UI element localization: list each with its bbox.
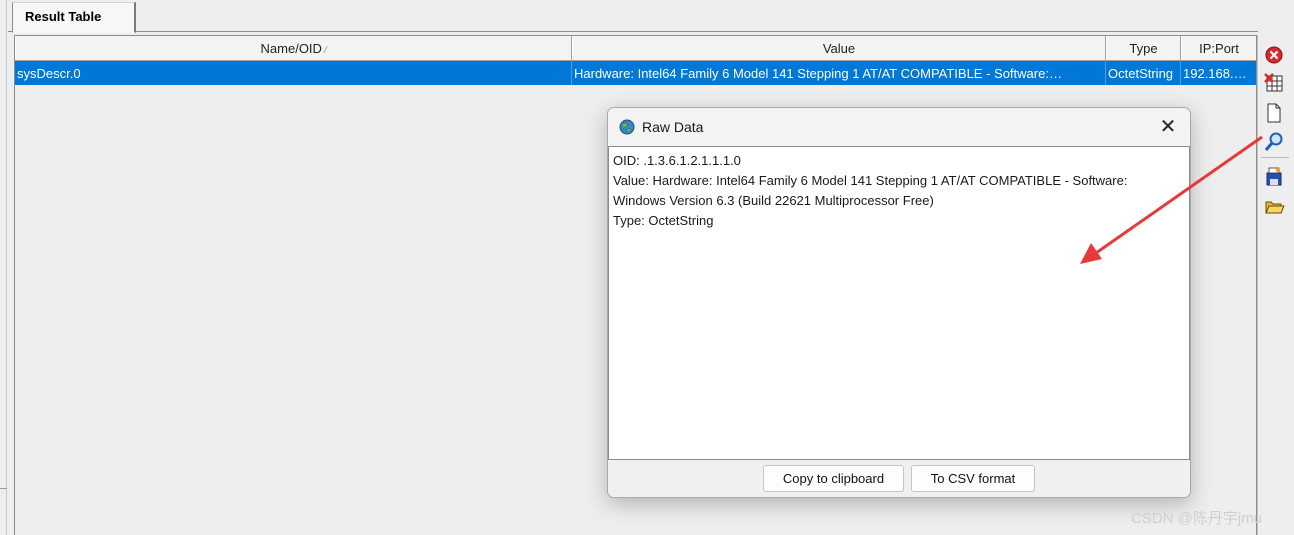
left-divider-tick	[0, 488, 7, 489]
raw-data-line: Windows Version 6.3 (Build 22621 Multipr…	[613, 193, 934, 208]
toolbar-separator	[1261, 157, 1289, 158]
raw-data-line: OID: .1.3.6.1.2.1.1.1.0	[613, 153, 741, 168]
cell-name[interactable]: sysDescr.0	[15, 61, 572, 85]
cell-value[interactable]: Hardware: Intel64 Family 6 Model 141 Ste…	[572, 61, 1106, 85]
dialog-button-bar: Copy to clipboard To CSV format	[608, 460, 1190, 497]
open-folder-icon[interactable]	[1263, 195, 1285, 217]
save-icon[interactable]	[1263, 166, 1285, 188]
raw-data-line: Value: Hardware: Intel64 Family 6 Model …	[613, 173, 1128, 188]
globe-icon	[619, 119, 635, 135]
right-toolbar	[1257, 35, 1289, 535]
watermark: CSDN @陈丹宇jmu	[1131, 510, 1263, 527]
raw-data-textarea[interactable]: OID: .1.3.6.1.2.1.1.1.0 Value: Hardware:…	[608, 146, 1190, 460]
table-row[interactable]: sysDescr.0 Hardware: Intel64 Family 6 Mo…	[15, 61, 1256, 85]
column-header-name-oid[interactable]: Name/OID ⁄	[15, 36, 572, 60]
copy-to-clipboard-button[interactable]: Copy to clipboard	[763, 465, 904, 492]
cell-ip-port[interactable]: 192.168.…	[1181, 61, 1256, 85]
to-csv-format-button[interactable]: To CSV format	[911, 465, 1035, 492]
column-header-ip-port[interactable]: IP:Port	[1181, 36, 1256, 60]
raw-data-dialog: Raw Data ✕ OID: .1.3.6.1.2.1.1.1.0 Value…	[607, 107, 1191, 498]
column-header-type[interactable]: Type	[1106, 36, 1181, 60]
close-red-icon[interactable]	[1263, 44, 1285, 66]
close-icon[interactable]: ✕	[1152, 114, 1184, 140]
sort-indicator-icon: ⁄	[324, 45, 327, 55]
search-icon[interactable]	[1263, 131, 1285, 153]
snmp-result-window: Result Table Name/OID ⁄ Value Type IP:Por…	[0, 0, 1294, 535]
left-divider	[6, 0, 7, 535]
table-header: Name/OID ⁄ Value Type IP:Port	[15, 36, 1256, 61]
tab-strip: Result Table	[8, 0, 1258, 33]
raw-data-line: Type: OctetString	[613, 213, 714, 228]
dialog-title: Raw Data	[642, 119, 704, 135]
dialog-title-bar[interactable]: Raw Data ✕	[608, 108, 1190, 146]
column-header-value[interactable]: Value	[572, 36, 1106, 60]
delete-table-icon[interactable]	[1263, 72, 1285, 94]
tab-result-table[interactable]: Result Table	[12, 2, 136, 33]
cell-type[interactable]: OctetString	[1106, 61, 1181, 85]
new-document-icon[interactable]	[1263, 102, 1285, 124]
